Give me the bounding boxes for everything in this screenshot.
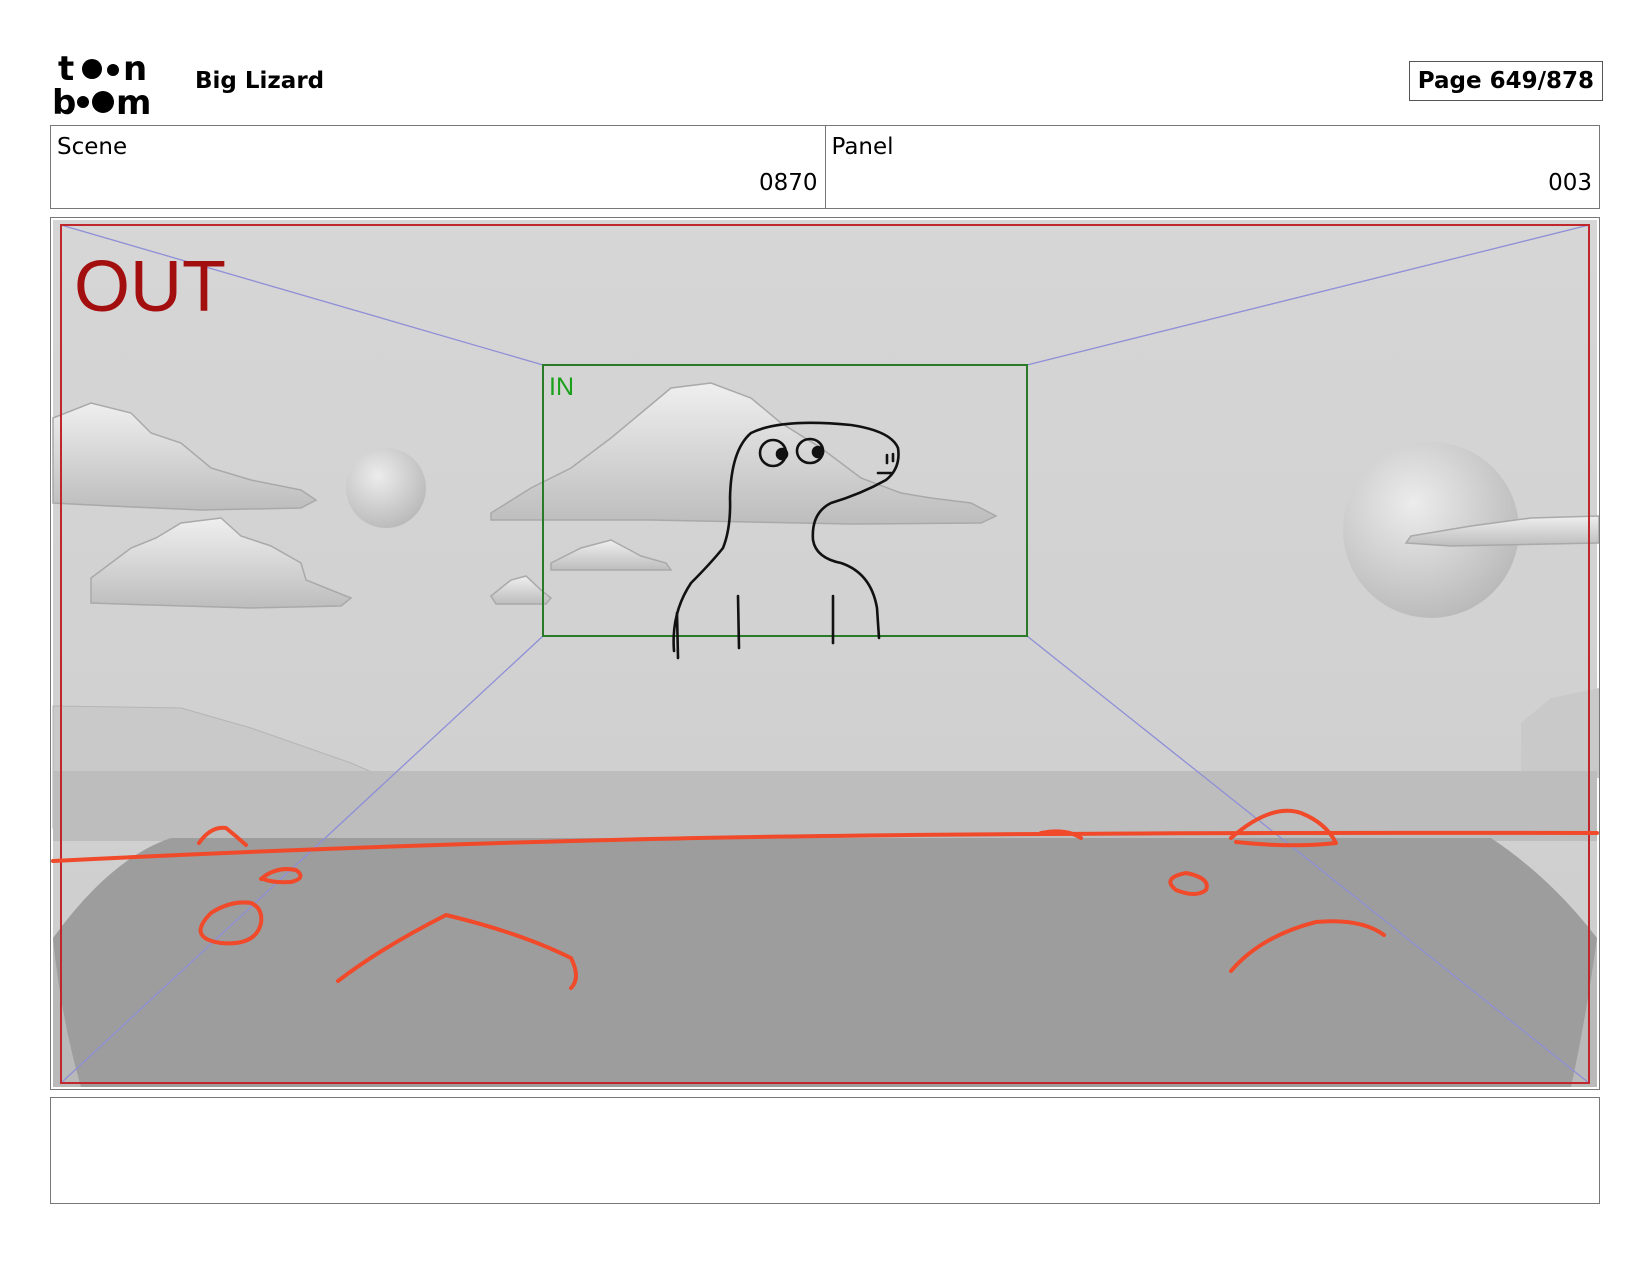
- panel-cell: Panel 003: [824, 126, 1600, 208]
- horizon-band: [53, 771, 1597, 841]
- panel-label: Panel: [831, 134, 894, 160]
- scene-panel-info: Scene 0870 Panel 003: [50, 125, 1600, 209]
- toonboom-logo: t n b m: [52, 49, 172, 123]
- storyboard-panel: OUT IN: [50, 217, 1600, 1090]
- panel-artwork: OUT IN: [51, 220, 1599, 1087]
- panel-number: 003: [1548, 170, 1592, 196]
- svg-text:b: b: [52, 83, 76, 118]
- panel-notes-box: [50, 1097, 1600, 1204]
- in-label: IN: [549, 373, 574, 401]
- out-label: OUT: [74, 247, 226, 327]
- project-title: Big Lizard: [195, 68, 325, 94]
- scene-number: 0870: [758, 170, 818, 196]
- scene-label: Scene: [57, 134, 128, 160]
- toonboom-logo-mark: t n b m: [52, 49, 151, 123]
- scene-cell: Scene 0870: [51, 126, 825, 208]
- svg-text:m: m: [116, 83, 151, 118]
- sphere-left: [346, 448, 426, 528]
- page-number: Page 649/878: [1408, 61, 1603, 101]
